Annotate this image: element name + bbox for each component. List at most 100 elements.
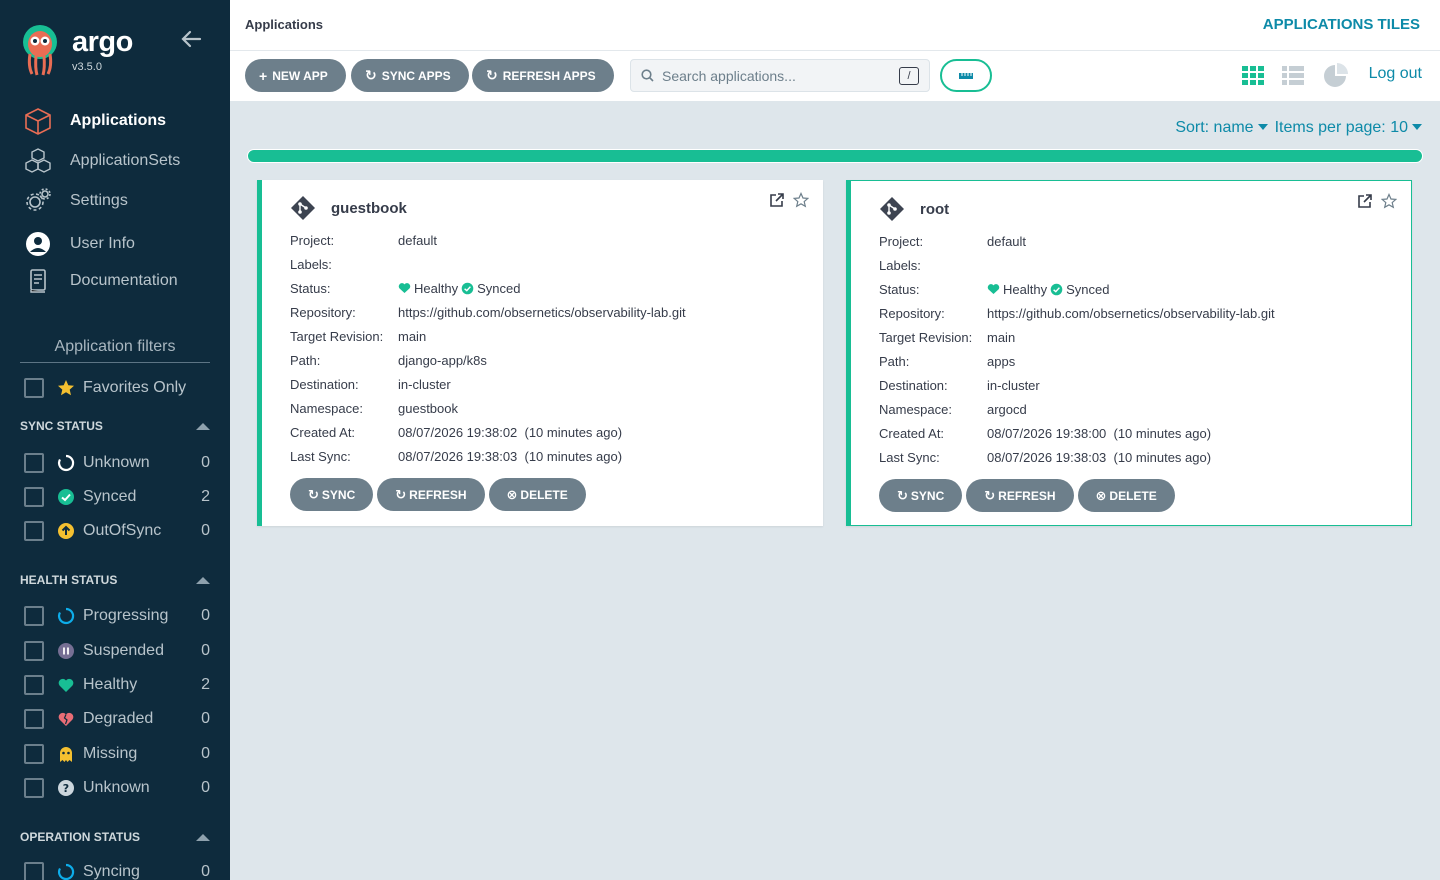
sort-dropdown[interactable]: Sort: name [1175, 119, 1269, 137]
filter-health-healthy[interactable]: Healthy 2 [24, 673, 210, 697]
redo-icon: ↻ [486, 67, 498, 83]
filter-label: Healthy [83, 676, 138, 693]
field-label: Created At: [290, 424, 356, 440]
list-view-icon[interactable] [1280, 63, 1306, 89]
star-outline-icon[interactable] [1381, 193, 1397, 209]
nav-label: User Info [70, 235, 135, 252]
checkbox[interactable] [24, 778, 44, 798]
filter-sync-unknown[interactable]: Unknown 0 [24, 451, 210, 475]
cube-icon [24, 107, 52, 135]
filter-health-suspended[interactable]: Suspended 0 [24, 639, 210, 663]
field-label: Last Sync: [290, 448, 351, 464]
nav-documentation[interactable]: Documentation [0, 263, 230, 299]
filter-label: Degraded [83, 710, 154, 727]
filter-sync-synced[interactable]: Synced 2 [24, 485, 210, 509]
nav-settings[interactable]: Settings [0, 183, 230, 219]
logout-link[interactable]: Log out [1369, 65, 1422, 83]
nav-applicationsets[interactable]: ApplicationSets [0, 143, 230, 179]
section-title: OPERATION STATUS [20, 830, 140, 844]
checkbox[interactable] [24, 521, 44, 541]
filter-toggle-button[interactable] [940, 59, 992, 92]
field-label: Destination: [290, 376, 359, 392]
check-circle-icon [57, 488, 75, 506]
collapse-caret-icon[interactable] [196, 422, 210, 430]
items-per-page-dropdown[interactable]: Items per page: 10 [1275, 119, 1424, 137]
new-app-button[interactable]: + NEW APP [245, 59, 346, 92]
book-icon [24, 267, 52, 295]
checkbox[interactable] [24, 606, 44, 626]
sync-status-section-header[interactable]: SYNC STATUS [20, 419, 210, 433]
external-link-icon[interactable] [1357, 193, 1373, 209]
arrow-up-circle-icon [57, 522, 75, 540]
filter-health-progressing[interactable]: Progressing 0 [24, 604, 210, 628]
field-label: Repository: [879, 305, 945, 321]
sync-apps-button[interactable]: ↻ SYNC APPS [351, 59, 469, 92]
health-status-section-header[interactable]: HEALTH STATUS [20, 573, 210, 587]
repository-value[interactable]: https://github.com/obsernetics/observabi… [398, 305, 686, 320]
refresh-button[interactable]: ↻ REFRESH [966, 479, 1074, 512]
user-circle-icon [24, 230, 52, 258]
external-link-icon[interactable] [769, 192, 785, 208]
filter-count: 0 [201, 454, 210, 471]
collapse-sidebar-arrow-icon[interactable] [180, 28, 202, 50]
nav-applications[interactable]: Applications [0, 103, 230, 139]
button-label: SYNC [321, 487, 356, 502]
field-label: Path: [879, 353, 910, 369]
checkbox[interactable] [24, 453, 44, 473]
search-input[interactable] [662, 67, 892, 84]
times-circle-icon: ⊗ [1095, 487, 1107, 503]
filter-label: Favorites Only [83, 379, 187, 396]
refresh-apps-button[interactable]: ↻ REFRESH APPS [472, 59, 614, 92]
collapse-caret-icon[interactable] [196, 833, 210, 841]
breadcrumb[interactable]: Applications [245, 17, 323, 32]
field-label: Target Revision: [879, 329, 973, 345]
app-card-root[interactable]: root Project: default Labels: Status: Hea… [846, 180, 1412, 526]
ghost-icon [57, 745, 75, 763]
field-label: Status: [290, 280, 331, 296]
pie-chart-view-icon[interactable] [1322, 63, 1348, 89]
tiles-view-icon[interactable] [1240, 63, 1266, 89]
checkbox[interactable] [24, 862, 44, 880]
button-label: DELETE [1109, 488, 1157, 503]
filter-health-missing[interactable]: Missing 0 [24, 742, 210, 766]
heart-icon [987, 284, 1000, 295]
checkbox[interactable] [24, 641, 44, 661]
times-circle-icon: ⊗ [506, 486, 518, 502]
filter-sync-outofsync[interactable]: OutOfSync 0 [24, 519, 210, 543]
star-outline-icon[interactable] [793, 192, 809, 208]
filter-label: Progressing [83, 607, 169, 624]
app-name[interactable]: root [920, 201, 949, 218]
app-card-guestbook[interactable]: guestbook Project: default Labels: Status… [257, 180, 823, 526]
app-name[interactable]: guestbook [331, 200, 407, 217]
progressing-circle-icon [57, 607, 75, 625]
argo-octopus-logo[interactable] [18, 24, 62, 76]
filter-count: 2 [201, 488, 210, 505]
sync-button[interactable]: ↻ SYNC [879, 479, 963, 512]
filter-operation-syncing[interactable]: Syncing 0 [24, 860, 210, 880]
repository-value[interactable]: https://github.com/obsernetics/observabi… [987, 306, 1275, 321]
delete-button[interactable]: ⊗ DELETE [488, 478, 586, 511]
filter-label: Unknown [83, 779, 150, 796]
checkbox[interactable] [24, 378, 44, 398]
checkbox[interactable] [24, 487, 44, 507]
nav-label: ApplicationSets [70, 152, 181, 169]
created-at-value: 08/07/2026 19:38:02 (10 minutes ago) [398, 424, 623, 440]
sync-button[interactable]: ↻ SYNC [290, 478, 374, 511]
question-circle-icon: ? [57, 779, 75, 797]
sync-icon: ↻ [365, 67, 377, 83]
filter-label: Unknown [83, 454, 150, 471]
filter-health-degraded[interactable]: Degraded 0 [24, 707, 210, 731]
refresh-button[interactable]: ↻ REFRESH [377, 478, 485, 511]
caret-down-icon [1412, 123, 1422, 130]
cubes-icon [24, 147, 52, 175]
search-box[interactable]: / [630, 59, 930, 92]
checkbox[interactable] [24, 744, 44, 764]
checkbox[interactable] [24, 709, 44, 729]
checkbox[interactable] [24, 675, 44, 695]
collapse-caret-icon[interactable] [196, 576, 210, 584]
favorites-only-filter[interactable]: Favorites Only [24, 376, 210, 400]
filter-health-unknown[interactable]: ? Unknown 0 [24, 776, 210, 800]
delete-button[interactable]: ⊗ DELETE [1077, 479, 1175, 512]
operation-status-section-header[interactable]: OPERATION STATUS [20, 830, 210, 844]
nav-user-info[interactable]: User Info [0, 226, 230, 262]
